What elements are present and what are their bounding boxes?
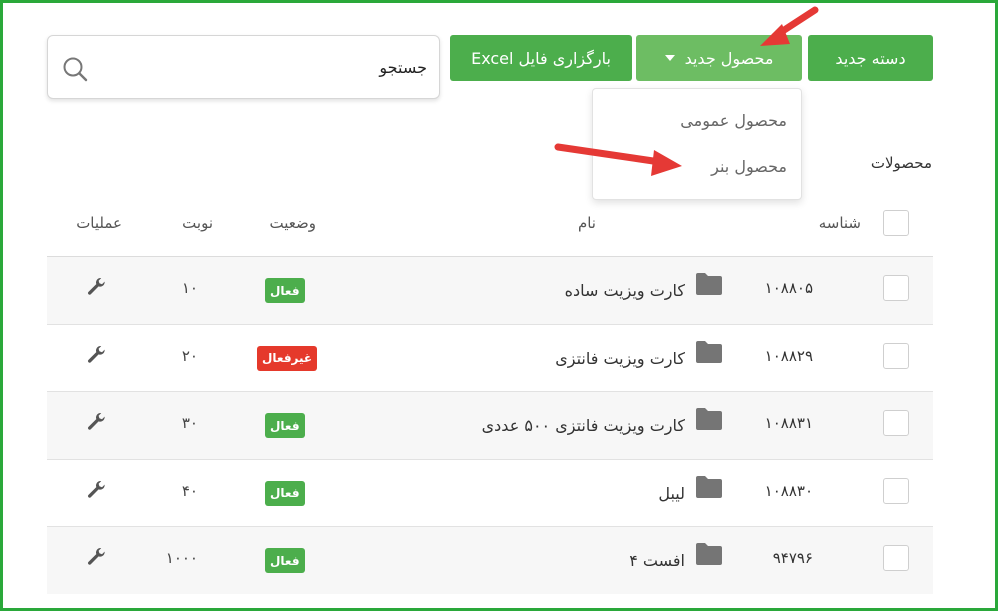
annotation-arrows <box>554 6 819 176</box>
arrow-to-banner-product <box>554 143 682 176</box>
arrow-to-new-product <box>760 6 819 46</box>
